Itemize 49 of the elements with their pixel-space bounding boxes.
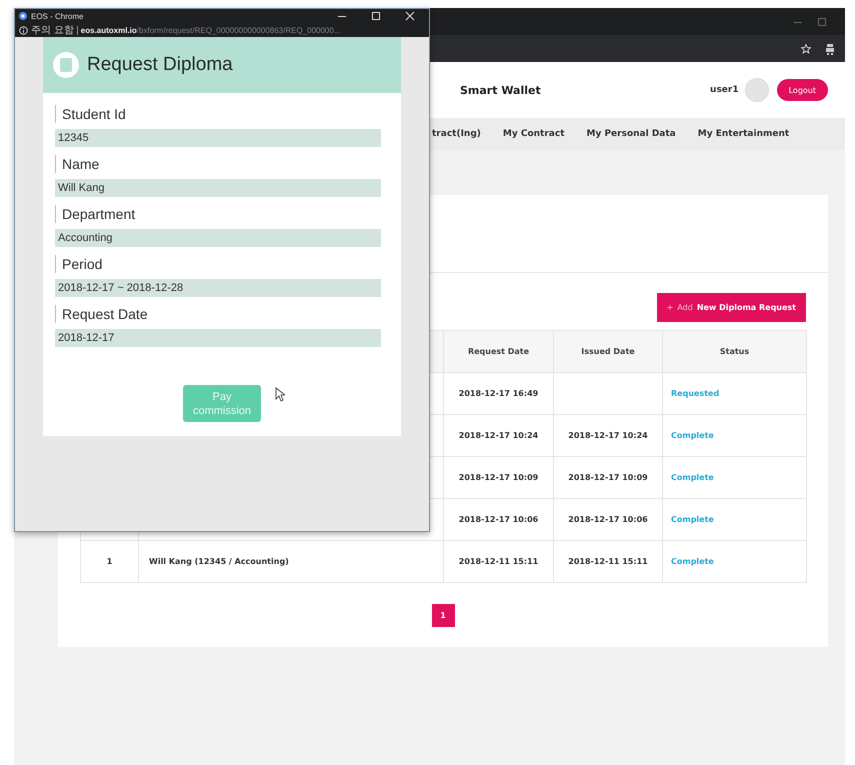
security-warning: 주의 요함 bbox=[31, 24, 74, 37]
column-header: Request Date bbox=[444, 330, 554, 372]
nav-link[interactable]: My Entertainment bbox=[698, 129, 790, 139]
table-cell: 2018-12-17 10:09 bbox=[554, 456, 662, 498]
avatar-icon bbox=[744, 78, 769, 102]
app-title: Smart Wallet bbox=[460, 84, 542, 96]
field-value: 2018-12-17 bbox=[55, 329, 381, 347]
table-cell: 2018-12-17 16:49 bbox=[444, 372, 554, 414]
table-cell: 2018-12-11 15:11 bbox=[554, 540, 662, 582]
info-icon bbox=[19, 26, 28, 34]
extension-icon[interactable] bbox=[825, 42, 835, 54]
table-cell: 2018-12-17 10:24 bbox=[554, 414, 662, 456]
field-label: Request Date bbox=[55, 305, 381, 323]
status-cell: Complete bbox=[662, 414, 806, 456]
add-request-button[interactable]: + Add New Diploma Request bbox=[656, 293, 806, 322]
table-cell: 2018-12-17 10:09 bbox=[444, 456, 554, 498]
document-icon bbox=[53, 52, 79, 78]
field-value: 12345 bbox=[55, 129, 381, 147]
logout-button[interactable]: Logout bbox=[776, 79, 828, 101]
column-header: Issued Date bbox=[554, 330, 662, 372]
field-label: Student Id bbox=[55, 105, 381, 123]
username: user1 bbox=[710, 85, 739, 95]
table-cell: 2018-12-17 10:24 bbox=[444, 414, 554, 456]
star-icon[interactable] bbox=[801, 44, 811, 54]
table-cell: 2018-12-17 10:06 bbox=[554, 498, 662, 540]
table-cell: 1 bbox=[80, 540, 138, 582]
status-cell: Complete bbox=[662, 456, 806, 498]
window-title: EOS - Chrome bbox=[31, 12, 84, 20]
page-button[interactable]: 1 bbox=[432, 604, 454, 627]
table-cell: 2018-12-11 15:11 bbox=[444, 540, 554, 582]
nav-link[interactable]: tract(Ing) bbox=[432, 129, 481, 139]
form-title: Request Diploma bbox=[87, 54, 233, 76]
status-cell: Complete bbox=[662, 540, 806, 582]
status-cell: Complete bbox=[662, 498, 806, 540]
field-value: 2018-12-17 ~ 2018-12-28 bbox=[55, 279, 381, 297]
cursor-icon bbox=[275, 387, 285, 402]
chrome-icon bbox=[19, 12, 27, 20]
status-cell: Requested bbox=[662, 372, 806, 414]
field-label: Name bbox=[55, 155, 381, 173]
field-value: Accounting bbox=[55, 229, 381, 247]
field-value: Will Kang bbox=[55, 179, 381, 197]
address-bar[interactable]: eos.autoxml.io/bxform/request/REQ_000000000000863/REQ_000000... bbox=[80, 26, 340, 34]
nav-link[interactable]: My Contract bbox=[502, 129, 564, 139]
field-label: Period bbox=[55, 255, 381, 273]
table-cell: Will Kang (12345 / Accounting) bbox=[138, 540, 444, 582]
field-label: Department bbox=[55, 205, 381, 223]
column-header: Status bbox=[662, 330, 806, 372]
table-cell: 2018-12-17 10:06 bbox=[444, 498, 554, 540]
nav-link[interactable]: My Personal Data bbox=[586, 129, 676, 139]
